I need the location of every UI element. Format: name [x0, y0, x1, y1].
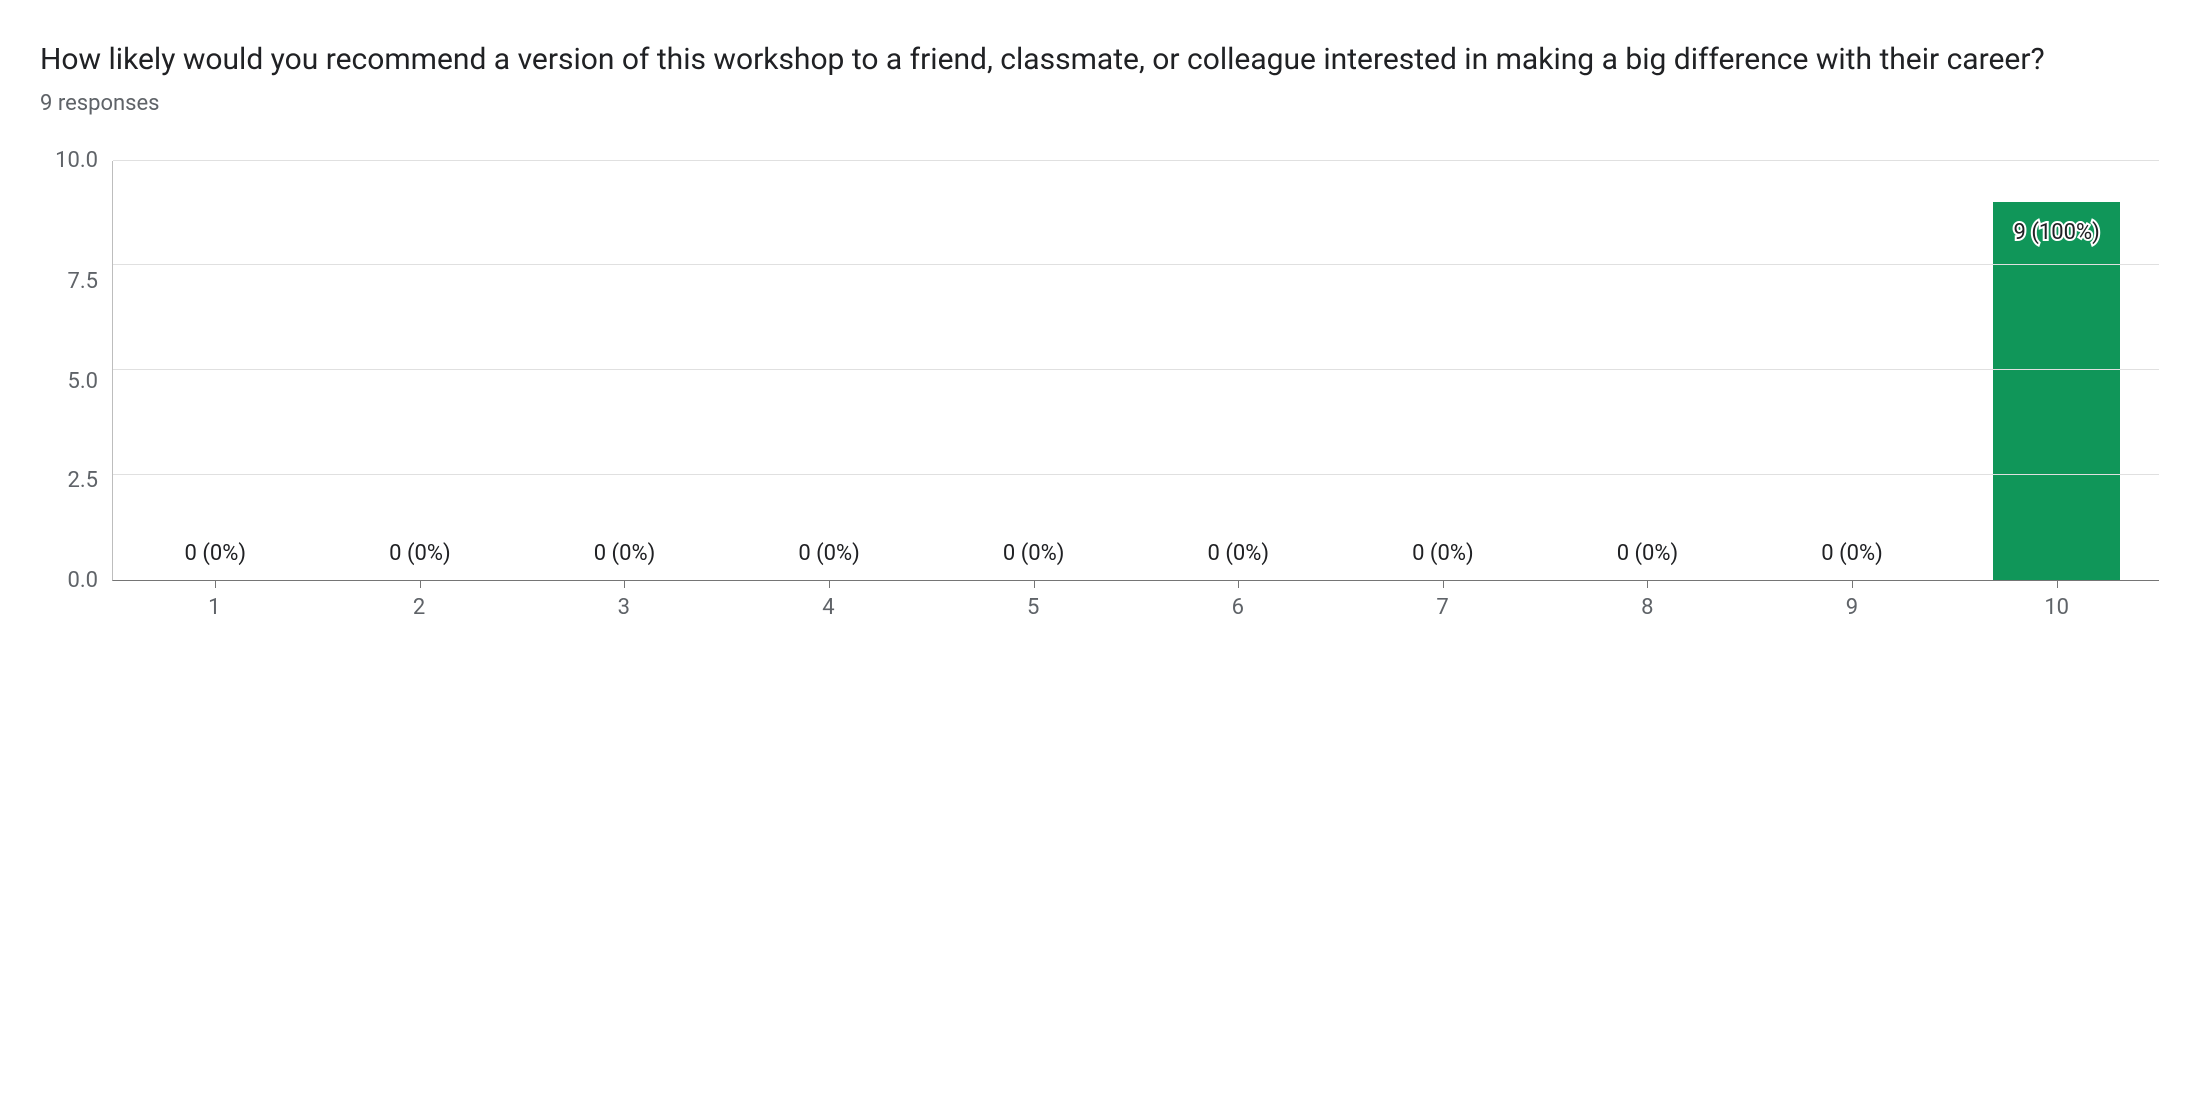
y-tick-label: 10.0	[55, 150, 98, 172]
bar-value-label: 0 (0%)	[1208, 541, 1270, 566]
bar-value-label: 0 (0%)	[185, 541, 247, 566]
bar-value-label: 0 (0%)	[1617, 541, 1679, 566]
x-tick	[624, 580, 625, 588]
bar-slot: 0 (0%)	[1341, 161, 1546, 580]
chart: 10.07.55.02.50.0 0 (0%)0 (0%)0 (0%)0 (0%…	[40, 161, 2159, 620]
bar-value-label: 0 (0%)	[1412, 541, 1474, 566]
y-tick-label: 5.0	[67, 371, 98, 393]
y-tick-label: 7.5	[67, 271, 98, 293]
x-tick	[1443, 580, 1444, 588]
bar[interactable]: 9 (100%)	[1993, 202, 2120, 579]
bar-slot: 0 (0%)	[318, 161, 523, 580]
bar-slot: 0 (0%)	[113, 161, 318, 580]
bar-slot: 0 (0%)	[727, 161, 932, 580]
response-count: 9 responses	[40, 91, 2159, 116]
x-tick	[420, 580, 421, 588]
x-tick	[1852, 580, 1853, 588]
bar-value-label: 0 (0%)	[594, 541, 656, 566]
bar-slot: 0 (0%)	[1545, 161, 1750, 580]
gridline	[113, 474, 2159, 475]
bar-value-label: 0 (0%)	[1821, 541, 1883, 566]
bar-value-label: 9 (100%)	[2014, 220, 2100, 245]
y-tick-label: 2.5	[67, 470, 98, 492]
gridline	[113, 369, 2159, 370]
plot-area: 0 (0%) 0 (0%) 0 (0%) 0 (0%) 0 (0%) 0 (0%) 0 (0…	[112, 161, 2159, 581]
x-tick	[1034, 580, 1035, 588]
x-tick	[1238, 580, 1239, 588]
y-tick-label: 0.0	[67, 570, 98, 592]
bar-slot: 9 (100%)	[1954, 161, 2159, 580]
x-tick	[215, 580, 216, 588]
bar-slot: 0 (0%)	[1136, 161, 1341, 580]
gridline	[113, 160, 2159, 161]
x-tick	[2057, 580, 2058, 588]
bar-value-label: 0 (0%)	[798, 541, 860, 566]
bar-value-label: 0 (0%)	[389, 541, 451, 566]
bar-slot: 0 (0%)	[522, 161, 727, 580]
chart-title: How likely would you recommend a version…	[40, 40, 2159, 81]
bars-layer: 0 (0%) 0 (0%) 0 (0%) 0 (0%) 0 (0%) 0 (0%) 0 (0…	[113, 161, 2159, 580]
bar-slot: 0 (0%)	[931, 161, 1136, 580]
chart-card: How likely would you recommend a version…	[40, 40, 2159, 620]
gridline	[113, 264, 2159, 265]
bar-slot: 0 (0%)	[1750, 161, 1955, 580]
x-tick	[1647, 580, 1648, 588]
x-tick	[829, 580, 830, 588]
bar-value-label: 0 (0%)	[1003, 541, 1065, 566]
y-axis: 10.07.55.02.50.0	[40, 161, 112, 620]
